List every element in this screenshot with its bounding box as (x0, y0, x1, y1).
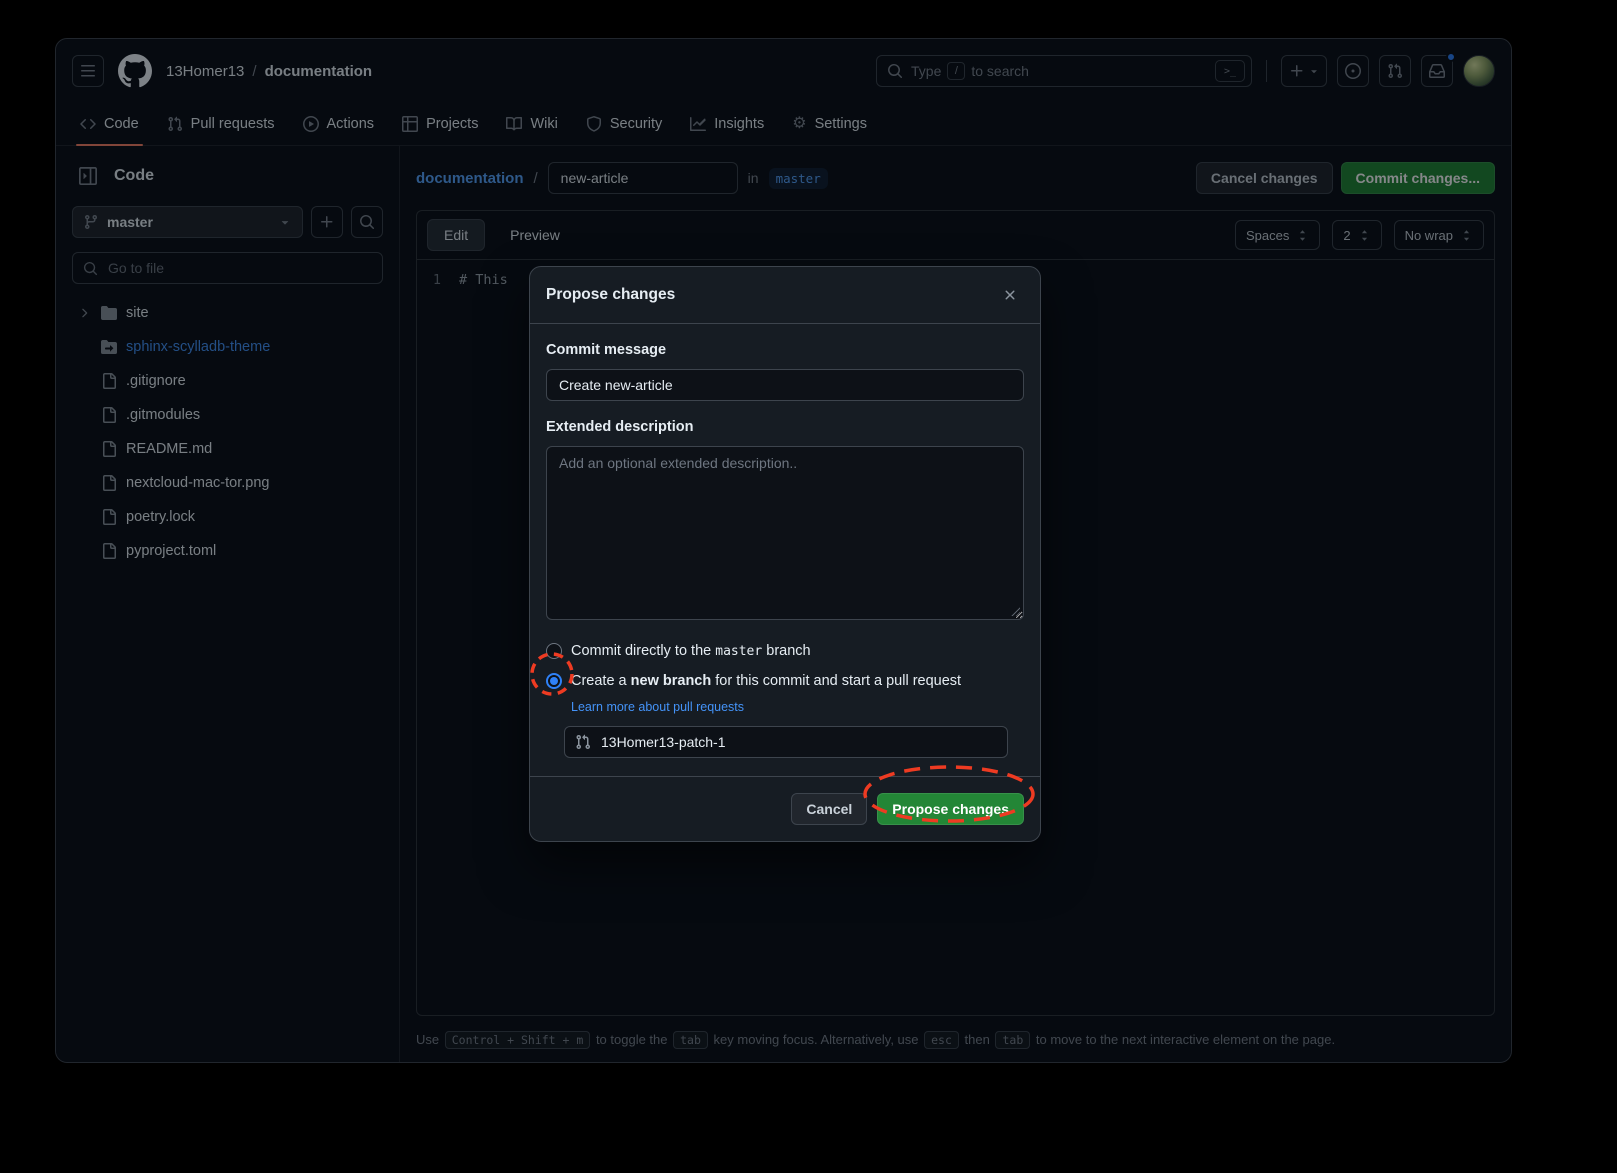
modal-title: Propose changes (546, 283, 996, 307)
radio-unselected-icon[interactable] (546, 643, 562, 659)
radio-commit-direct[interactable]: Commit directly to the master branch (546, 636, 1024, 666)
learn-more-link[interactable]: Learn more about pull requests (571, 698, 1024, 716)
extended-description-label: Extended description (546, 417, 1024, 438)
radio-create-branch[interactable]: Create a new branch for this commit and … (546, 666, 1024, 696)
extended-description-textarea[interactable] (546, 446, 1024, 620)
modal-footer: Cancel Propose changes (530, 776, 1040, 841)
radio-text: Create a (571, 673, 627, 689)
commit-message-input[interactable] (546, 369, 1024, 401)
propose-changes-modal: Propose changes Commit message Extended … (529, 266, 1041, 842)
propose-changes-button[interactable]: Propose changes (877, 793, 1024, 825)
radio-commit-direct-label: Commit directly to the master branch (571, 643, 811, 659)
radio-text: branch (766, 643, 810, 659)
radio-text-bold: new branch (631, 673, 712, 689)
radio-text: for this commit and start a pull request (715, 673, 961, 689)
radio-text: Commit directly to the (571, 643, 711, 659)
extended-description-wrap (546, 446, 1024, 620)
github-window: 13Homer13 / documentation Type / to sear… (55, 38, 1512, 1063)
radio-selected-icon[interactable] (546, 673, 562, 689)
radio-create-branch-label: Create a new branch for this commit and … (571, 673, 961, 689)
modal-body: Commit message Extended description Comm… (530, 324, 1040, 776)
new-branch-name-input[interactable] (599, 733, 997, 751)
close-icon (1002, 287, 1018, 303)
commit-message-label: Commit message (546, 340, 1024, 361)
new-branch-name-field (564, 726, 1008, 758)
modal-header: Propose changes (530, 267, 1040, 324)
close-button[interactable] (996, 281, 1024, 309)
screenshot-canvas: { "colors": { "accent_green": "#238636",… (0, 0, 1617, 1173)
git-pull-request-icon (575, 734, 591, 750)
cancel-button[interactable]: Cancel (791, 793, 867, 825)
branch-code-token: master (715, 644, 762, 659)
